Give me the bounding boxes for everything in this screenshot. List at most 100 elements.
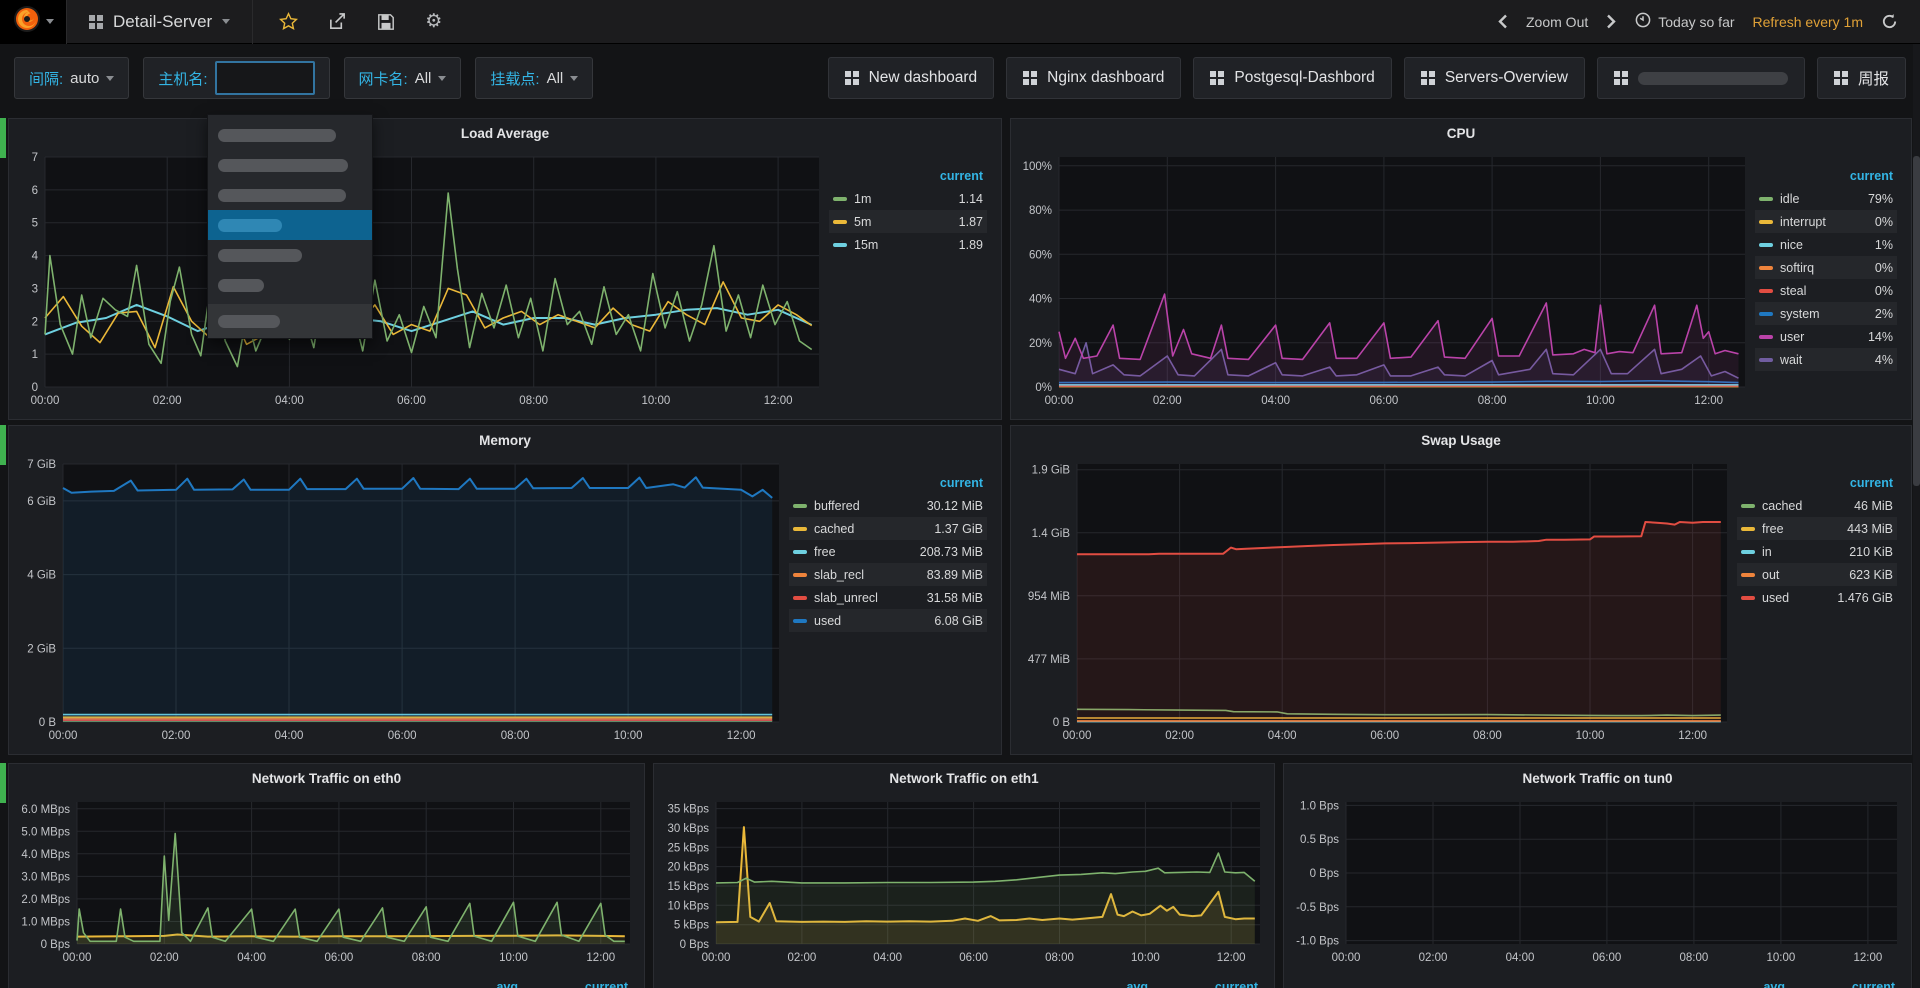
series-color-dash xyxy=(793,504,807,508)
share-icon[interactable] xyxy=(328,12,347,31)
legend-row-wait[interactable]: wait4% xyxy=(1755,348,1897,371)
load-average-chart: 00:0002:0004:0006:0008:0010:0012:0001234… xyxy=(13,145,829,415)
legend-row-5m[interactable]: 5m1.87 xyxy=(829,210,987,233)
dashboard-link[interactable]: Servers-Overview xyxy=(1404,57,1585,99)
dropdown-item[interactable] xyxy=(208,150,372,180)
svg-text:08:00: 08:00 xyxy=(412,952,441,964)
series-current-value: 14% xyxy=(1868,330,1893,344)
variable-value: All xyxy=(547,70,564,87)
dashboard-link-redacted[interactable] xyxy=(1597,57,1805,99)
legend-row-free[interactable]: free443 MiB xyxy=(1737,517,1897,540)
svg-text:10:00: 10:00 xyxy=(1576,730,1605,742)
dropdown-item[interactable] xyxy=(208,270,372,300)
refresh-icon[interactable] xyxy=(1881,13,1898,30)
dropdown-item[interactable] xyxy=(208,120,372,150)
dashboard-link[interactable]: 周报 xyxy=(1817,57,1906,99)
legend-row-steal[interactable]: steal0% xyxy=(1755,279,1897,302)
legend: current1m1.145m1.8715m1.89 xyxy=(829,145,997,415)
panel-title[interactable]: Swap Usage xyxy=(1011,426,1911,450)
panel-title[interactable]: Network Traffic on eth0 xyxy=(9,764,644,788)
series-current-value: 1.37 GiB xyxy=(934,522,983,536)
dashboard-grid-icon xyxy=(1023,71,1037,85)
legend-row-buffered[interactable]: buffered30.12 MiB xyxy=(789,494,987,517)
time-picker[interactable]: Today so far xyxy=(1635,12,1734,31)
panel-swap-usage: Swap Usage 00:0002:0004:0006:0008:0010:0… xyxy=(1010,425,1912,755)
hostname-input[interactable] xyxy=(215,61,315,95)
legend-row-slab_recl[interactable]: slab_recl83.89 MiB xyxy=(789,563,987,586)
redacted-hostname xyxy=(218,315,280,328)
gear-icon[interactable]: ⚙ xyxy=(425,12,442,31)
panel-title[interactable]: CPU xyxy=(1011,119,1911,143)
variable-nic[interactable]: 网卡名:All xyxy=(344,57,462,99)
legend-row-1m[interactable]: 1m1.14 xyxy=(829,187,987,210)
panel-title[interactable]: Network Traffic on tun0 xyxy=(1284,764,1911,788)
legend-row-slab_unrecl[interactable]: slab_unrecl31.58 MiB xyxy=(789,586,987,609)
legend-row-free[interactable]: free208.73 MiB xyxy=(789,540,987,563)
svg-text:3.0 MBps: 3.0 MBps xyxy=(21,871,70,883)
legend-row-softirq[interactable]: softirq0% xyxy=(1755,256,1897,279)
legend-row-15m[interactable]: 15m1.89 xyxy=(829,233,987,256)
series-current-value: 46 MiB xyxy=(1854,499,1893,513)
series-name: cached xyxy=(814,522,854,536)
legend-header: avgcurrent xyxy=(1298,976,1895,988)
svg-text:1.0 MBps: 1.0 MBps xyxy=(21,917,70,929)
row-toggle-tab[interactable] xyxy=(0,118,6,158)
svg-text:6 GiB: 6 GiB xyxy=(27,496,56,508)
redacted-label xyxy=(1638,72,1788,85)
variable-hostname[interactable]: 主机名: xyxy=(143,57,329,99)
series-color-dash xyxy=(1741,550,1755,554)
svg-text:1.0 Bps: 1.0 Bps xyxy=(1300,800,1339,812)
svg-text:1.4 GiB: 1.4 GiB xyxy=(1032,528,1071,540)
star-icon[interactable] xyxy=(279,12,298,31)
legend-row-out[interactable]: out623 KiB xyxy=(1737,563,1897,586)
svg-text:7 GiB: 7 GiB xyxy=(27,459,56,471)
legend-row-interrupt[interactable]: interrupt0% xyxy=(1755,210,1897,233)
legend: avgcurrent接受速率450 kBps95 kBps xyxy=(23,976,628,988)
dashboard-link[interactable]: New dashboard xyxy=(828,57,995,99)
save-icon[interactable] xyxy=(377,13,395,31)
legend-row-used[interactable]: used6.08 GiB xyxy=(789,609,987,632)
legend: currentcached46 MiBfree443 MiBin210 KiBo… xyxy=(1737,452,1907,750)
svg-text:08:00: 08:00 xyxy=(519,395,548,407)
row-toggle-tab[interactable] xyxy=(0,425,6,465)
dropdown-item[interactable] xyxy=(208,304,372,338)
legend-header: current xyxy=(1755,165,1897,187)
svg-text:06:00: 06:00 xyxy=(388,730,417,742)
row-toggle-tab[interactable] xyxy=(0,763,6,803)
legend-row-user[interactable]: user14% xyxy=(1755,325,1897,348)
legend-row-nice[interactable]: nice1% xyxy=(1755,233,1897,256)
svg-text:40%: 40% xyxy=(1029,294,1052,306)
dropdown-item-selected[interactable] xyxy=(208,210,372,240)
network-eth0-chart: 00:0002:0004:0006:0008:0010:0012:000 Bps… xyxy=(13,790,640,972)
scrollbar-track[interactable] xyxy=(1913,44,1920,988)
dashboard-title-menu[interactable]: Detail-Server xyxy=(66,0,253,44)
grafana-logo-button[interactable] xyxy=(0,0,66,44)
svg-text:4: 4 xyxy=(32,251,39,263)
refresh-interval-button[interactable]: Refresh every 1m xyxy=(1753,14,1863,30)
panel-network-eth0: Network Traffic on eth0 00:0002:0004:000… xyxy=(8,763,645,988)
legend-row-idle[interactable]: idle79% xyxy=(1755,187,1897,210)
zoom-out-button[interactable]: Zoom Out xyxy=(1526,14,1588,30)
panel-title[interactable]: Network Traffic on eth1 xyxy=(654,764,1274,788)
chevron-right-icon[interactable] xyxy=(1606,14,1617,29)
panel-title[interactable]: Memory xyxy=(9,426,1001,450)
chevron-left-icon[interactable] xyxy=(1497,14,1508,29)
series-color-dash xyxy=(793,573,807,577)
dropdown-item[interactable] xyxy=(208,180,372,210)
scrollbar-thumb[interactable] xyxy=(1913,156,1920,486)
variable-interval[interactable]: 间隔:auto xyxy=(14,57,129,99)
legend-row-system[interactable]: system2% xyxy=(1755,302,1897,325)
svg-text:06:00: 06:00 xyxy=(397,395,426,407)
legend-row-cached[interactable]: cached 1.37 GiB xyxy=(789,517,987,540)
dashboard-link[interactable]: Nginx dashboard xyxy=(1006,57,1181,99)
panel-title[interactable]: Load Average xyxy=(9,119,1001,143)
network-tun0-chart: 00:0002:0004:0006:0008:0010:0012:00-1.0 … xyxy=(1288,790,1907,972)
variable-mount[interactable]: 挂载点:All xyxy=(475,57,593,99)
legend-row-cached[interactable]: cached46 MiB xyxy=(1737,494,1897,517)
dropdown-item[interactable] xyxy=(208,240,372,270)
legend-row-used[interactable]: used1.476 GiB xyxy=(1737,586,1897,609)
legend-row-in[interactable]: in210 KiB xyxy=(1737,540,1897,563)
svg-text:08:00: 08:00 xyxy=(1680,952,1709,964)
time-range-label: Today so far xyxy=(1658,14,1734,30)
dashboard-link[interactable]: Postgesql-Dashbord xyxy=(1193,57,1391,99)
